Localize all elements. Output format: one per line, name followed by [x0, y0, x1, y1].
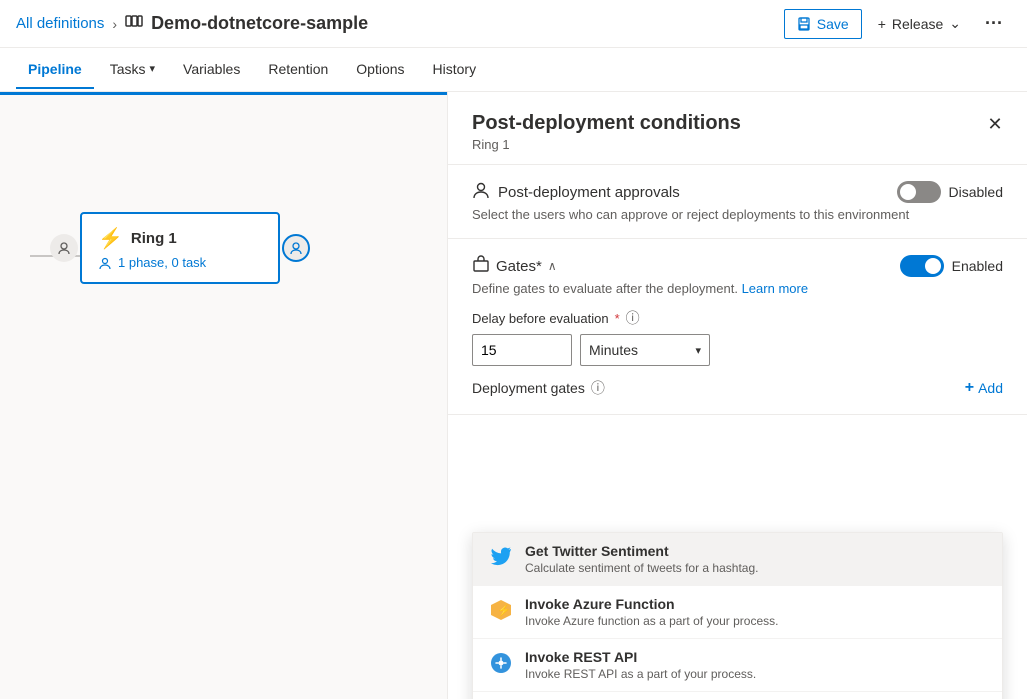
stage-sub: 1 phase, 0 task — [118, 255, 206, 270]
tab-retention[interactable]: Retention — [256, 51, 340, 89]
header: All definitions › Demo-dotnetcore-sample… — [0, 0, 1027, 48]
dropdown-menu: Get Twitter Sentiment Calculate sentimen… — [472, 532, 1003, 699]
deployment-gates-row: Deployment gates ⓘ + Add — [472, 378, 1003, 398]
main-content: ⚡ Ring 1 1 phase, 0 task — [0, 92, 1027, 699]
delay-input[interactable] — [472, 334, 572, 366]
deployment-gates-info-icon[interactable]: ⓘ — [591, 378, 605, 398]
twitter-item-content: Get Twitter Sentiment Calculate sentimen… — [525, 543, 758, 575]
deployment-gates-label: Deployment gates ⓘ — [472, 378, 605, 398]
nav-tabs: Pipeline Tasks ▾ Variables Retention Opt… — [0, 48, 1027, 92]
post-deployment-avatar[interactable] — [282, 234, 310, 262]
twitter-title: Get Twitter Sentiment — [525, 543, 758, 559]
delay-info-icon[interactable]: ⓘ — [626, 308, 640, 328]
gates-title: Gates* ∧ — [472, 255, 557, 277]
stage-name: Ring 1 — [131, 230, 177, 247]
delay-field-label: Delay before evaluation * ⓘ — [472, 308, 1003, 328]
svg-text:⚡: ⚡ — [497, 604, 511, 617]
twitter-icon — [489, 545, 513, 569]
rest-api-icon — [489, 651, 513, 675]
dropdown-item-twitter[interactable]: Get Twitter Sentiment Calculate sentimen… — [473, 533, 1002, 586]
more-options-button[interactable]: ··· — [977, 7, 1011, 40]
tab-tasks[interactable]: Tasks ▾ — [98, 51, 167, 89]
azure-function-title: Invoke Azure Function — [525, 596, 778, 612]
pipeline-canvas: ⚡ Ring 1 1 phase, 0 task — [0, 92, 447, 699]
gates-status-label: Enabled — [952, 258, 1003, 274]
tab-variables[interactable]: Variables — [171, 51, 252, 89]
gates-description: Define gates to evaluate after the deplo… — [472, 281, 1003, 296]
rest-api-item-content: Invoke REST API Invoke REST API as a par… — [525, 649, 756, 681]
approvals-person-icon — [472, 181, 490, 203]
twitter-desc: Calculate sentiment of tweets for a hash… — [525, 561, 758, 575]
gates-collapse-icon[interactable]: ∧ — [548, 259, 557, 273]
gates-toggle-container: Enabled — [900, 255, 1003, 277]
add-gate-button[interactable]: + Add — [965, 379, 1003, 397]
close-button[interactable]: ✕ — [979, 108, 1011, 140]
stage-node: ⚡ Ring 1 1 phase, 0 task — [80, 212, 280, 284]
side-panel-title: Post-deployment conditions — [472, 112, 1003, 135]
learn-more-link[interactable]: Learn more — [742, 281, 808, 296]
breadcrumb-separator: › — [112, 16, 117, 32]
dropdown-item-azure-function[interactable]: ⚡ Invoke Azure Function Invoke Azure fun… — [473, 586, 1002, 639]
approvals-section-header: Post-deployment approvals Disabled — [472, 181, 1003, 203]
rest-api-desc: Invoke REST API as a part of your proces… — [525, 667, 756, 681]
pipeline-top-bar — [0, 92, 447, 95]
breadcrumb-all-definitions[interactable]: All definitions — [16, 15, 104, 32]
approvals-toggle[interactable] — [897, 181, 941, 203]
release-chevron-icon: ⌄ — [949, 15, 961, 32]
release-button[interactable]: + Release ⌄ — [866, 9, 973, 38]
select-chevron-icon: ▾ — [695, 344, 701, 357]
azure-function-item-content: Invoke Azure Function Invoke Azure funct… — [525, 596, 778, 628]
approvals-section: Post-deployment approvals Disabled Selec… — [448, 165, 1027, 239]
side-panel-header: Post-deployment conditions Ring 1 ✕ — [448, 92, 1027, 165]
azure-function-icon: ⚡ — [489, 598, 513, 622]
gates-section: Gates* ∧ Enabled Define gates to evaluat… — [448, 239, 1027, 415]
gates-section-header: Gates* ∧ Enabled — [472, 255, 1003, 277]
approvals-description: Select the users who can approve or reje… — [472, 207, 1003, 222]
add-icon: + — [965, 379, 974, 397]
stage-box[interactable]: ⚡ Ring 1 1 phase, 0 task — [80, 212, 280, 284]
rest-api-title: Invoke REST API — [525, 649, 756, 665]
pipeline-icon — [125, 12, 143, 35]
dropdown-item-rest-api[interactable]: Invoke REST API Invoke REST API as a par… — [473, 639, 1002, 692]
tasks-chevron-icon: ▾ — [149, 62, 155, 75]
side-panel: Post-deployment conditions Ring 1 ✕ Post… — [447, 92, 1027, 699]
azure-function-desc: Invoke Azure function as a part of your … — [525, 614, 778, 628]
breadcrumb: All definitions › Demo-dotnetcore-sample — [16, 12, 784, 35]
release-plus-icon: + — [878, 16, 886, 32]
gates-icon — [472, 255, 490, 277]
tab-pipeline[interactable]: Pipeline — [16, 51, 94, 89]
save-button[interactable]: Save — [784, 9, 862, 39]
tab-history[interactable]: History — [421, 51, 489, 89]
pre-deployment-avatar[interactable] — [50, 234, 78, 262]
side-panel-subtitle: Ring 1 — [472, 137, 1003, 152]
header-actions: Save + Release ⌄ ··· — [784, 7, 1011, 40]
delay-field-row: Minutes ▾ — [472, 334, 1003, 366]
approvals-toggle-container: Disabled — [897, 181, 1003, 203]
gates-toggle[interactable] — [900, 255, 944, 277]
stage-lightning-icon: ⚡ — [98, 226, 123, 251]
approvals-title: Post-deployment approvals — [472, 181, 680, 203]
approvals-status-label: Disabled — [949, 184, 1003, 200]
tab-options[interactable]: Options — [344, 51, 416, 89]
dropdown-item-monitor[interactable]: Query Azure Monitor Alerts Observe the c… — [473, 692, 1002, 699]
page-title: Demo-dotnetcore-sample — [151, 13, 368, 34]
required-star: * — [615, 311, 620, 326]
delay-unit-select[interactable]: Minutes ▾ — [580, 334, 710, 366]
